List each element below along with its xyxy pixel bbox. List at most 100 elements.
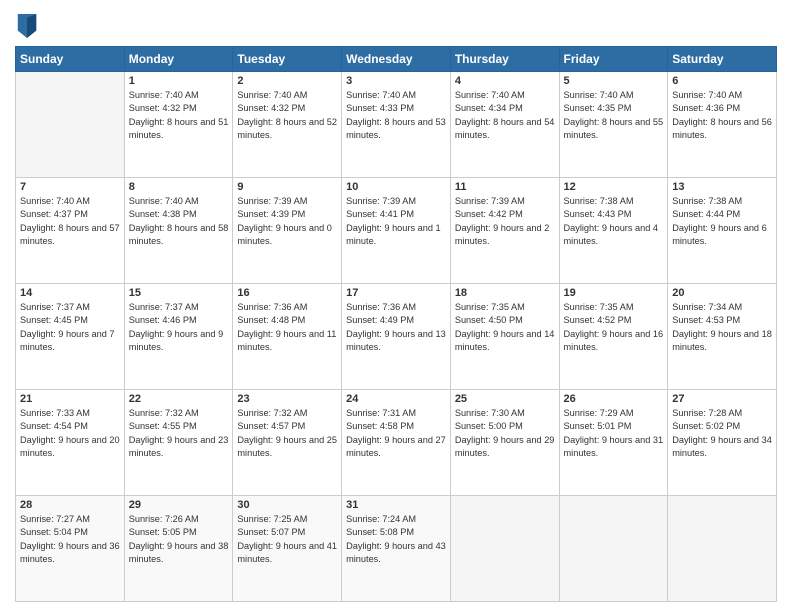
day-number: 22: [129, 393, 229, 405]
weekday-header-row: SundayMondayTuesdayWednesdayThursdayFrid…: [16, 47, 777, 72]
day-number: 16: [237, 287, 337, 299]
week-row-4: 21 Sunrise: 7:33 AMSunset: 4:54 PMDayligh…: [16, 390, 777, 496]
day-number: 11: [455, 181, 555, 193]
calendar-cell: 27Sunrise: 7:28 AMSunset: 5:02 PMDayligh…: [668, 390, 777, 496]
header: [15, 10, 777, 38]
day-number: 24: [346, 393, 446, 405]
day-number: 3: [346, 75, 446, 87]
weekday-header-monday: Monday: [124, 47, 233, 72]
page: SundayMondayTuesdayWednesdayThursdayFrid…: [0, 0, 792, 612]
calendar-cell: 19 Sunrise: 7:35 AMSunset: 4:52 PMDayligh…: [559, 284, 668, 390]
day-info: Sunrise: 7:36 AMSunset: 4:49 PMDaylight:…: [346, 301, 446, 354]
weekday-header-friday: Friday: [559, 47, 668, 72]
week-row-5: 28Sunrise: 7:27 AMSunset: 5:04 PMDayligh…: [16, 496, 777, 602]
day-info: Sunrise: 7:34 AMSunset: 4:53 PMDaylight:…: [672, 301, 772, 354]
day-number: 7: [20, 181, 120, 193]
weekday-header-wednesday: Wednesday: [342, 47, 451, 72]
day-info: Sunrise: 7:26 AMSunset: 5:05 PMDaylight:…: [129, 513, 229, 566]
calendar-cell: 15 Sunrise: 7:37 AMSunset: 4:46 PMDayligh…: [124, 284, 233, 390]
calendar-cell: [668, 496, 777, 602]
day-number: 9: [237, 181, 337, 193]
weekday-header-tuesday: Tuesday: [233, 47, 342, 72]
calendar-cell: 2 Sunrise: 7:40 AMSunset: 4:32 PMDaylight…: [233, 72, 342, 178]
week-row-1: 1 Sunrise: 7:40 AMSunset: 4:32 PMDaylight…: [16, 72, 777, 178]
calendar-cell: 24 Sunrise: 7:31 AMSunset: 4:58 PMDayligh…: [342, 390, 451, 496]
calendar-cell: 28Sunrise: 7:27 AMSunset: 5:04 PMDayligh…: [16, 496, 125, 602]
calendar-cell: 10 Sunrise: 7:39 AMSunset: 4:41 PMDayligh…: [342, 178, 451, 284]
day-number: 17: [346, 287, 446, 299]
calendar-cell: 3Sunrise: 7:40 AMSunset: 4:33 PMDaylight…: [342, 72, 451, 178]
day-info: Sunrise: 7:37 AMSunset: 4:45 PMDaylight:…: [20, 301, 120, 354]
day-number: 12: [564, 181, 664, 193]
day-info: Sunrise: 7:32 AMSunset: 4:57 PMDaylight:…: [237, 407, 337, 460]
calendar-cell: 25 Sunrise: 7:30 AMSunset: 5:00 PMDayligh…: [450, 390, 559, 496]
day-number: 6: [672, 75, 772, 87]
day-info: Sunrise: 7:29 AMSunset: 5:01 PMDaylight:…: [564, 407, 664, 460]
day-number: 4: [455, 75, 555, 87]
calendar-cell: [559, 496, 668, 602]
logo: [15, 14, 43, 38]
day-info: Sunrise: 7:40 AMSunset: 4:32 PMDaylight:…: [129, 89, 229, 142]
calendar-cell: 16Sunrise: 7:36 AMSunset: 4:48 PMDayligh…: [233, 284, 342, 390]
week-row-2: 7 Sunrise: 7:40 AMSunset: 4:37 PMDaylight…: [16, 178, 777, 284]
day-info: Sunrise: 7:39 AMSunset: 4:42 PMDaylight:…: [455, 195, 555, 248]
calendar-table: SundayMondayTuesdayWednesdayThursdayFrid…: [15, 46, 777, 602]
day-info: Sunrise: 7:39 AMSunset: 4:39 PMDaylight:…: [237, 195, 337, 248]
day-number: 30: [237, 499, 337, 511]
day-number: 15: [129, 287, 229, 299]
day-info: Sunrise: 7:40 AMSunset: 4:32 PMDaylight:…: [237, 89, 337, 142]
calendar-cell: 6 Sunrise: 7:40 AMSunset: 4:36 PMDaylight…: [668, 72, 777, 178]
calendar-cell: 23 Sunrise: 7:32 AMSunset: 4:57 PMDayligh…: [233, 390, 342, 496]
day-info: Sunrise: 7:40 AMSunset: 4:34 PMDaylight:…: [455, 89, 555, 142]
day-info: Sunrise: 7:30 AMSunset: 5:00 PMDaylight:…: [455, 407, 555, 460]
calendar-cell: 9 Sunrise: 7:39 AMSunset: 4:39 PMDaylight…: [233, 178, 342, 284]
day-number: 14: [20, 287, 120, 299]
day-number: 8: [129, 181, 229, 193]
day-info: Sunrise: 7:39 AMSunset: 4:41 PMDaylight:…: [346, 195, 446, 248]
day-number: 20: [672, 287, 772, 299]
calendar-cell: [450, 496, 559, 602]
calendar-cell: 18 Sunrise: 7:35 AMSunset: 4:50 PMDayligh…: [450, 284, 559, 390]
calendar-cell: 29Sunrise: 7:26 AMSunset: 5:05 PMDayligh…: [124, 496, 233, 602]
day-info: Sunrise: 7:37 AMSunset: 4:46 PMDaylight:…: [129, 301, 229, 354]
day-number: 23: [237, 393, 337, 405]
day-number: 25: [455, 393, 555, 405]
day-number: 19: [564, 287, 664, 299]
weekday-header-sunday: Sunday: [16, 47, 125, 72]
day-number: 10: [346, 181, 446, 193]
calendar-cell: 1 Sunrise: 7:40 AMSunset: 4:32 PMDaylight…: [124, 72, 233, 178]
day-info: Sunrise: 7:40 AMSunset: 4:37 PMDaylight:…: [20, 195, 120, 248]
calendar-cell: 26Sunrise: 7:29 AMSunset: 5:01 PMDayligh…: [559, 390, 668, 496]
calendar-cell: 4 Sunrise: 7:40 AMSunset: 4:34 PMDaylight…: [450, 72, 559, 178]
day-info: Sunrise: 7:33 AMSunset: 4:54 PMDaylight:…: [20, 407, 120, 460]
day-info: Sunrise: 7:32 AMSunset: 4:55 PMDaylight:…: [129, 407, 229, 460]
calendar-cell: 8 Sunrise: 7:40 AMSunset: 4:38 PMDaylight…: [124, 178, 233, 284]
day-number: 31: [346, 499, 446, 511]
day-info: Sunrise: 7:35 AMSunset: 4:50 PMDaylight:…: [455, 301, 555, 354]
day-number: 18: [455, 287, 555, 299]
calendar-cell: 20 Sunrise: 7:34 AMSunset: 4:53 PMDayligh…: [668, 284, 777, 390]
calendar-cell: 17 Sunrise: 7:36 AMSunset: 4:49 PMDayligh…: [342, 284, 451, 390]
weekday-header-thursday: Thursday: [450, 47, 559, 72]
calendar-cell: 31Sunrise: 7:24 AMSunset: 5:08 PMDayligh…: [342, 496, 451, 602]
calendar-cell: 11 Sunrise: 7:39 AMSunset: 4:42 PMDayligh…: [450, 178, 559, 284]
calendar-cell: 13Sunrise: 7:38 AMSunset: 4:44 PMDayligh…: [668, 178, 777, 284]
day-number: 1: [129, 75, 229, 87]
day-info: Sunrise: 7:31 AMSunset: 4:58 PMDaylight:…: [346, 407, 446, 460]
day-number: 21: [20, 393, 120, 405]
day-number: 2: [237, 75, 337, 87]
day-info: Sunrise: 7:40 AMSunset: 4:36 PMDaylight:…: [672, 89, 772, 142]
calendar-cell: 12Sunrise: 7:38 AMSunset: 4:43 PMDayligh…: [559, 178, 668, 284]
day-info: Sunrise: 7:38 AMSunset: 4:44 PMDaylight:…: [672, 195, 772, 248]
day-number: 27: [672, 393, 772, 405]
calendar-cell: 7 Sunrise: 7:40 AMSunset: 4:37 PMDaylight…: [16, 178, 125, 284]
day-info: Sunrise: 7:40 AMSunset: 4:38 PMDaylight:…: [129, 195, 229, 248]
calendar-cell: 30 Sunrise: 7:25 AMSunset: 5:07 PMDayligh…: [233, 496, 342, 602]
day-info: Sunrise: 7:35 AMSunset: 4:52 PMDaylight:…: [564, 301, 664, 354]
day-info: Sunrise: 7:27 AMSunset: 5:04 PMDaylight:…: [20, 513, 120, 566]
calendar-cell: 21 Sunrise: 7:33 AMSunset: 4:54 PMDayligh…: [16, 390, 125, 496]
day-info: Sunrise: 7:25 AMSunset: 5:07 PMDaylight:…: [237, 513, 337, 566]
logo-icon: [17, 14, 37, 38]
week-row-3: 14 Sunrise: 7:37 AMSunset: 4:45 PMDayligh…: [16, 284, 777, 390]
day-number: 5: [564, 75, 664, 87]
